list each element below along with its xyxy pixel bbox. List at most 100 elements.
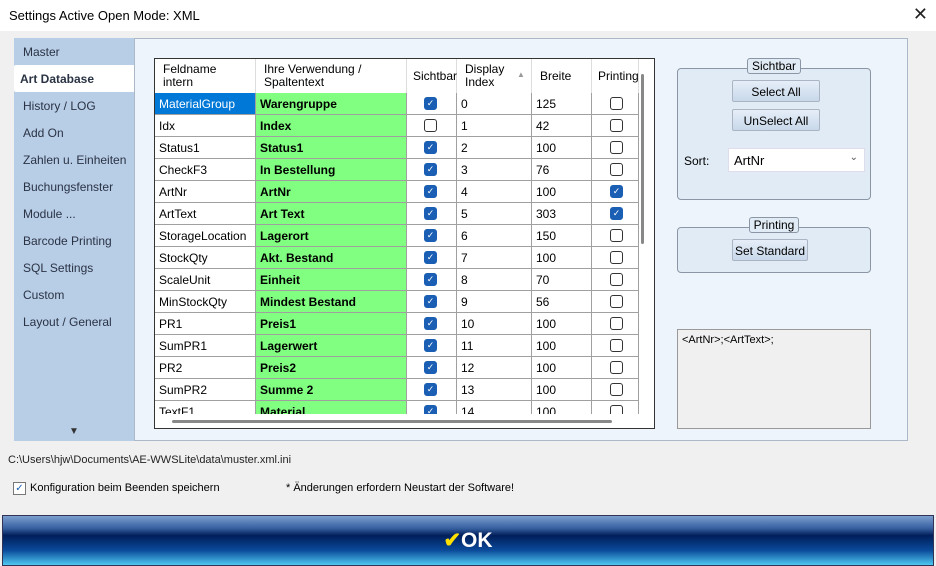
display-index-cell[interactable]: 7 bbox=[457, 247, 532, 269]
sichtbar-cell[interactable]: ✓ bbox=[407, 291, 457, 313]
width-cell[interactable]: 100 bbox=[532, 181, 592, 203]
sichtbar-cell[interactable]: ✓ bbox=[407, 379, 457, 401]
sidebar-item-layout-general[interactable]: Layout / General bbox=[14, 308, 134, 335]
field-name-cell[interactable]: PR1 bbox=[155, 313, 256, 335]
table-row[interactable]: ArtText Art Text ✓ 5 303 ✓ bbox=[155, 203, 639, 225]
header-sichtbar[interactable]: Sichtbar bbox=[407, 59, 457, 93]
sidebar-item-sql-settings[interactable]: SQL Settings bbox=[14, 254, 134, 281]
field-name-cell[interactable]: StockQty bbox=[155, 247, 256, 269]
checkbox-checked[interactable]: ✓ bbox=[424, 207, 437, 220]
display-index-cell[interactable]: 2 bbox=[457, 137, 532, 159]
sichtbar-cell[interactable]: ✓ bbox=[407, 203, 457, 225]
display-index-cell[interactable]: 13 bbox=[457, 379, 532, 401]
printing-cell[interactable] bbox=[592, 93, 639, 115]
width-cell[interactable]: 42 bbox=[532, 115, 592, 137]
field-name-cell[interactable]: MinStockQty bbox=[155, 291, 256, 313]
fields-grid[interactable]: Feldname intern Ihre Verwendung / Spalten… bbox=[154, 58, 655, 429]
width-cell[interactable]: 70 bbox=[532, 269, 592, 291]
display-index-cell[interactable]: 0 bbox=[457, 93, 532, 115]
vertical-scrollbar[interactable] bbox=[641, 74, 644, 244]
sidebar-item-master[interactable]: Master bbox=[14, 38, 134, 65]
table-row[interactable]: CheckF3 In Bestellung ✓ 3 76 bbox=[155, 159, 639, 181]
column-text-cell[interactable]: Index bbox=[256, 115, 407, 137]
column-text-cell[interactable]: Preis1 bbox=[256, 313, 407, 335]
sidebar-item-history-log[interactable]: History / LOG bbox=[14, 92, 134, 119]
table-row[interactable]: PR1 Preis1 ✓ 10 100 bbox=[155, 313, 639, 335]
printing-cell[interactable] bbox=[592, 335, 639, 357]
display-index-cell[interactable]: 3 bbox=[457, 159, 532, 181]
checkbox-unchecked[interactable] bbox=[610, 273, 623, 286]
checkbox-unchecked[interactable] bbox=[610, 295, 623, 308]
checkbox-checked[interactable]: ✓ bbox=[424, 251, 437, 264]
width-cell[interactable]: 100 bbox=[532, 137, 592, 159]
sidebar-item-module[interactable]: Module ... bbox=[14, 200, 134, 227]
checkbox-checked[interactable]: ✓ bbox=[610, 207, 623, 220]
column-text-cell[interactable]: Akt. Bestand bbox=[256, 247, 407, 269]
checkbox-checked[interactable]: ✓ bbox=[424, 361, 437, 374]
printing-cell[interactable] bbox=[592, 137, 639, 159]
width-cell[interactable]: 150 bbox=[532, 225, 592, 247]
table-row[interactable]: StorageLocation Lagerort ✓ 6 150 bbox=[155, 225, 639, 247]
checkbox-unchecked[interactable] bbox=[610, 383, 623, 396]
print-fields-text[interactable]: <ArtNr>;<ArtText>; bbox=[677, 329, 871, 429]
column-text-cell[interactable]: Lagerwert bbox=[256, 335, 407, 357]
checkbox-checked[interactable]: ✓ bbox=[424, 141, 437, 154]
field-name-cell[interactable]: CheckF3 bbox=[155, 159, 256, 181]
checkbox-checked[interactable]: ✓ bbox=[424, 229, 437, 242]
column-text-cell[interactable]: Summe 2 bbox=[256, 379, 407, 401]
column-text-cell[interactable]: ArtNr bbox=[256, 181, 407, 203]
sichtbar-cell[interactable]: ✓ bbox=[407, 159, 457, 181]
header-breite[interactable]: Breite bbox=[532, 59, 592, 93]
display-index-cell[interactable]: 11 bbox=[457, 335, 532, 357]
table-row[interactable]: Status1 Status1 ✓ 2 100 bbox=[155, 137, 639, 159]
printing-cell[interactable]: ✓ bbox=[592, 203, 639, 225]
table-row[interactable]: SumPR1 Lagerwert ✓ 11 100 bbox=[155, 335, 639, 357]
header-verwendung[interactable]: Ihre Verwendung / Spaltentext bbox=[256, 59, 407, 93]
sidebar-item-custom[interactable]: Custom bbox=[14, 281, 134, 308]
scroll-down-icon[interactable]: ▼ bbox=[69, 426, 79, 437]
width-cell[interactable]: 56 bbox=[532, 291, 592, 313]
column-text-cell[interactable]: In Bestellung bbox=[256, 159, 407, 181]
checkbox-unchecked[interactable] bbox=[424, 119, 437, 132]
width-cell[interactable]: 100 bbox=[532, 247, 592, 269]
sichtbar-cell[interactable]: ✓ bbox=[407, 181, 457, 203]
printing-cell[interactable] bbox=[592, 225, 639, 247]
display-index-cell[interactable]: 5 bbox=[457, 203, 532, 225]
field-name-cell[interactable]: ArtText bbox=[155, 203, 256, 225]
field-name-cell[interactable]: StorageLocation bbox=[155, 225, 256, 247]
field-name-cell[interactable]: Status1 bbox=[155, 137, 256, 159]
checkbox-checked[interactable]: ✓ bbox=[610, 185, 623, 198]
printing-cell[interactable] bbox=[592, 313, 639, 335]
field-name-cell[interactable]: SumPR2 bbox=[155, 379, 256, 401]
field-name-cell[interactable]: ArtNr bbox=[155, 181, 256, 203]
table-row[interactable]: StockQty Akt. Bestand ✓ 7 100 bbox=[155, 247, 639, 269]
column-text-cell[interactable]: Einheit bbox=[256, 269, 407, 291]
ok-button[interactable]: ✔OK bbox=[2, 515, 934, 566]
printing-cell[interactable]: ✓ bbox=[592, 181, 639, 203]
unselect-all-button[interactable]: UnSelect All bbox=[732, 109, 820, 131]
sort-select[interactable]: ArtNr ⌄ bbox=[728, 148, 865, 172]
checkbox-checked[interactable]: ✓ bbox=[424, 383, 437, 396]
field-name-cell[interactable]: Idx bbox=[155, 115, 256, 137]
printing-cell[interactable] bbox=[592, 159, 639, 181]
table-row[interactable]: SumPR2 Summe 2 ✓ 13 100 bbox=[155, 379, 639, 401]
checkbox-unchecked[interactable] bbox=[610, 361, 623, 374]
sichtbar-cell[interactable]: ✓ bbox=[407, 335, 457, 357]
field-name-cell[interactable]: PR2 bbox=[155, 357, 256, 379]
column-text-cell[interactable]: Preis2 bbox=[256, 357, 407, 379]
display-index-cell[interactable]: 10 bbox=[457, 313, 532, 335]
table-row[interactable]: PR2 Preis2 ✓ 12 100 bbox=[155, 357, 639, 379]
printing-cell[interactable] bbox=[592, 357, 639, 379]
sichtbar-cell[interactable]: ✓ bbox=[407, 313, 457, 335]
printing-cell[interactable] bbox=[592, 115, 639, 137]
display-index-cell[interactable]: 8 bbox=[457, 269, 532, 291]
width-cell[interactable]: 100 bbox=[532, 357, 592, 379]
field-name-cell[interactable]: SumPR1 bbox=[155, 335, 256, 357]
sidebar-item-zahlen-u-einheiten[interactable]: Zahlen u. Einheiten bbox=[14, 146, 134, 173]
sichtbar-cell[interactable]: ✓ bbox=[407, 357, 457, 379]
checkbox-checked[interactable]: ✓ bbox=[424, 339, 437, 352]
field-name-cell[interactable]: MaterialGroup bbox=[155, 93, 256, 115]
display-index-cell[interactable]: 4 bbox=[457, 181, 532, 203]
sidebar-item-add-on[interactable]: Add On bbox=[14, 119, 134, 146]
table-row[interactable]: MaterialGroup Warengruppe ✓ 0 125 bbox=[155, 93, 639, 115]
